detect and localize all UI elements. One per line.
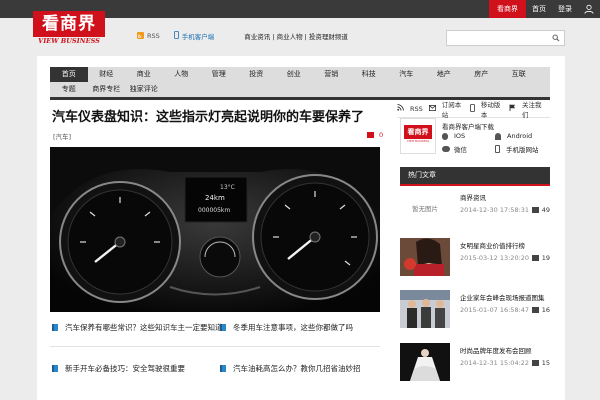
comment-count[interactable]: 0 xyxy=(367,131,383,139)
app-logo: 看商界 VIEW BUSINESS xyxy=(400,118,436,154)
follow-us-link[interactable]: 关注我们 xyxy=(522,99,544,119)
hot-article-title[interactable]: 商界资讯 xyxy=(460,192,486,202)
hot-article-date: 2014-12-31 15:04:22 xyxy=(460,359,530,367)
flag-icon xyxy=(509,104,516,113)
article-hero-image[interactable]: 13°C 24km 000005km xyxy=(50,147,380,312)
bullet-icon xyxy=(52,365,58,372)
hot-article-date: 2015-03-12 13:20:20 xyxy=(460,254,530,262)
app-download: 看商界 VIEW BUSINESS 看商界客户端下载 IOS Android 微… xyxy=(400,118,550,156)
bullet-icon xyxy=(52,324,58,331)
hot-article[interactable]: 企业家年会峰会现场报道图集 2015-01-07 16:58:47 16 xyxy=(400,290,550,330)
mobile-icon xyxy=(173,31,179,41)
article-title[interactable]: 汽车仪表盘知识：这些指示灯亮起说明你的车要保养了 xyxy=(52,106,364,125)
menu-item[interactable]: 独家评论 xyxy=(125,82,163,97)
wechat-link[interactable]: 微信 xyxy=(442,144,467,154)
hot-article-date: 2014-12-30 17:58:31 xyxy=(460,206,530,214)
related-article-4[interactable]: 汽车油耗高怎么办？教你几招省油妙招 xyxy=(220,363,361,374)
top-nav-item-home[interactable]: 看商界 xyxy=(489,0,526,18)
top-nav: 看商界 首页 登录 xyxy=(489,0,600,18)
hot-article[interactable]: 暂无图片 商界资讯 2014-12-30 17:58:31 49 xyxy=(400,190,550,230)
header-links: RSS 手机客户端 商业资讯 | 商业人物 | 投资理财频道 xyxy=(137,31,348,41)
related-article-1[interactable]: 汽车保养有哪些常识？这些知识车主一定要知道 xyxy=(52,322,223,333)
dash-temp: 13°C xyxy=(220,184,235,191)
hot-article-title[interactable]: 女明星商业价值排行榜 xyxy=(460,240,525,250)
sidebar-links: RSS 订阅本站 移动版本 关注我们 xyxy=(397,99,550,119)
menu-item[interactable]: 财经 xyxy=(88,67,126,82)
ios-link[interactable]: IOS xyxy=(442,132,465,140)
rss-link[interactable]: RSS xyxy=(147,32,160,40)
android-icon xyxy=(495,132,501,140)
menu-item[interactable]: 专题 xyxy=(50,82,88,97)
menu-item-home[interactable]: 首页 xyxy=(50,67,88,82)
menu-item[interactable]: 商界专栏 xyxy=(88,82,126,97)
hot-article-date: 2015-01-07 16:58:47 xyxy=(460,306,530,314)
site-logo[interactable]: 看商界 VIEW BUSINESS xyxy=(33,11,105,46)
hot-article-thumbnail[interactable] xyxy=(400,238,450,276)
menu-item[interactable]: 科技 xyxy=(350,67,388,82)
hot-article-comments: 16 xyxy=(531,306,550,314)
comment-icon xyxy=(531,360,539,366)
rss-icon xyxy=(397,104,404,113)
sidebar-rss-link[interactable]: RSS xyxy=(410,105,423,113)
wechat-icon xyxy=(442,146,450,152)
hot-article-comments: 15 xyxy=(531,359,550,367)
subscribe-icon xyxy=(428,104,436,113)
menu-item[interactable]: 互联 xyxy=(500,67,538,82)
search-box[interactable] xyxy=(446,30,565,46)
dash-range: 24km xyxy=(205,194,225,202)
menu-item[interactable]: 地产 xyxy=(425,67,463,82)
top-nav-item-index[interactable]: 首页 xyxy=(526,0,552,18)
menu-item[interactable]: 房产 xyxy=(463,67,501,82)
main-menu: 首页 财经 商业 人物 管理 投资 创业 营销 科技 汽车 地产 房产 互联 专… xyxy=(50,67,550,97)
apple-icon xyxy=(442,132,448,140)
comment-icon xyxy=(531,255,539,261)
hot-article-comments: 49 xyxy=(531,206,550,214)
comment-count-value: 0 xyxy=(379,131,384,139)
article-category[interactable]: [汽车] xyxy=(53,131,71,141)
android-link[interactable]: Android xyxy=(495,132,532,140)
hot-article[interactable]: 女明星商业价值排行榜 2015-03-12 13:20:20 19 xyxy=(400,238,550,278)
related-article-3[interactable]: 新手开车必备技巧：安全驾驶很重要 xyxy=(52,363,185,374)
menu-item[interactable]: 营销 xyxy=(313,67,351,82)
mobile-version-link[interactable]: 移动版本 xyxy=(481,99,503,119)
no-image-placeholder: 暂无图片 xyxy=(400,190,450,228)
wap-link[interactable]: 手机版网站 xyxy=(495,144,539,154)
user-icon[interactable] xyxy=(578,0,600,18)
subscribe-link[interactable]: 订阅本站 xyxy=(442,99,464,119)
search-icon[interactable] xyxy=(552,34,560,44)
comment-icon xyxy=(531,307,539,313)
phone-icon xyxy=(495,145,500,153)
channel-links[interactable]: 商业资讯 | 商业人物 | 投资理财频道 xyxy=(244,31,348,41)
mobile-version-icon xyxy=(469,103,475,114)
top-nav-item-login[interactable]: 登录 xyxy=(552,0,578,18)
related-article-2[interactable]: 冬季用车注意事项，这些你都做了吗 xyxy=(220,322,353,333)
rss-icon xyxy=(137,31,144,41)
bullet-icon xyxy=(220,324,226,331)
hot-article-title[interactable]: 时尚品牌年度发布会回顾 xyxy=(460,345,532,355)
menu-item[interactable]: 汽车 xyxy=(388,67,426,82)
menu-item[interactable]: 创业 xyxy=(275,67,313,82)
hot-article-thumbnail[interactable] xyxy=(400,290,450,328)
menu-item[interactable]: 管理 xyxy=(200,67,238,82)
mobile-client-link[interactable]: 手机客户端 xyxy=(182,31,215,41)
related-divider xyxy=(50,346,380,347)
hot-article-thumbnail[interactable] xyxy=(400,343,450,381)
comment-icon xyxy=(367,132,374,138)
comment-icon xyxy=(531,207,539,213)
hot-article-comments: 19 xyxy=(531,254,550,262)
dash-odometer: 000005km xyxy=(198,207,230,214)
bullet-icon xyxy=(220,365,226,372)
hot-article[interactable]: 时尚品牌年度发布会回顾 2014-12-31 15:04:22 15 xyxy=(400,343,550,383)
hot-article-title[interactable]: 企业家年会峰会现场报道图集 xyxy=(460,292,545,302)
logo-text-cn: 看商界 xyxy=(33,11,105,37)
hot-articles-header: 热门文章 xyxy=(400,167,550,186)
menu-item[interactable]: 投资 xyxy=(238,67,276,82)
logo-text-en: VIEW BUSINESS xyxy=(38,37,100,45)
menu-item[interactable]: 人物 xyxy=(163,67,201,82)
menu-item[interactable]: 商业 xyxy=(125,67,163,82)
app-download-title: 看商界客户端下载 xyxy=(442,123,494,131)
